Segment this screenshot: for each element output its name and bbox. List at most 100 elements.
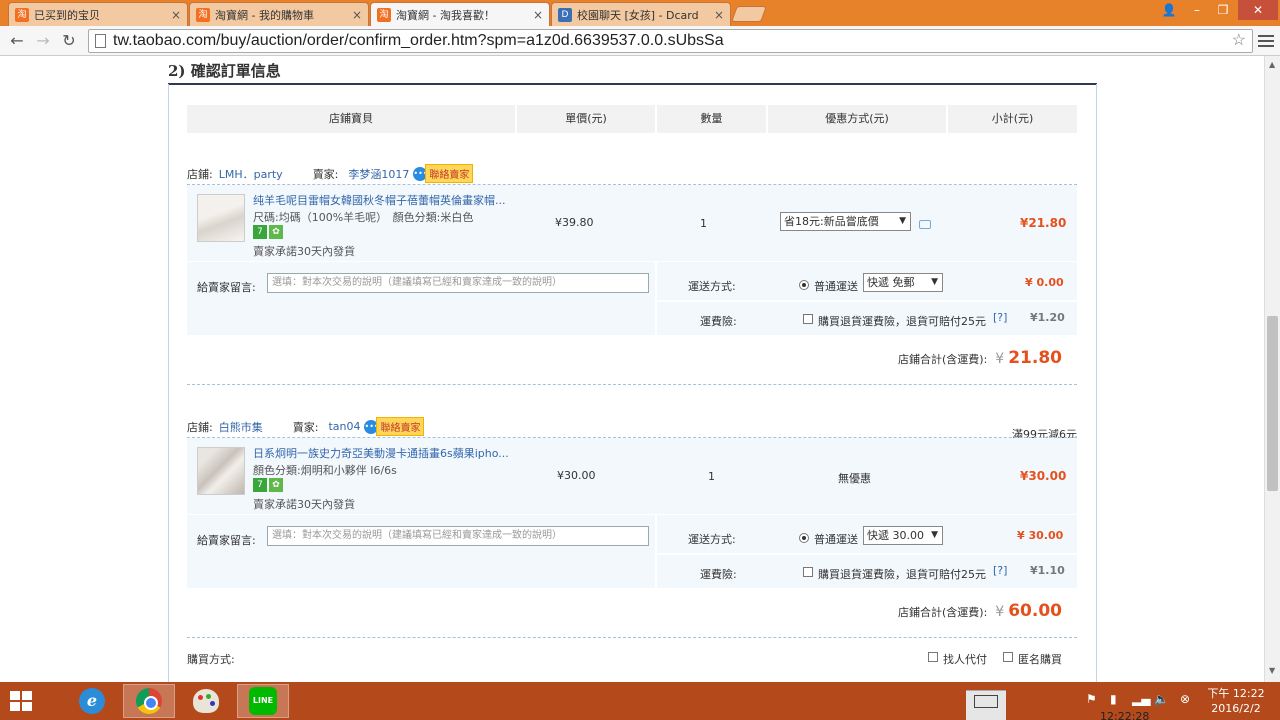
- touch-keyboard-icon[interactable]: [966, 690, 1006, 720]
- shipping-select[interactable]: 快遞 30.00 ▼: [863, 526, 943, 545]
- browser-tab-bar: 淘 已买到的宝贝 × 淘 淘寶網 - 我的購物車 × 淘 淘寶網 - 淘我喜歡！…: [0, 0, 1280, 27]
- seller-name-link[interactable]: tan04: [328, 420, 360, 433]
- address-url: tw.taobao.com/buy/auction/order/confirm_…: [113, 32, 724, 49]
- help-link[interactable]: [?]: [993, 311, 1007, 324]
- restore-icon[interactable]: ❐: [1210, 0, 1236, 20]
- line-app-icon[interactable]: LINE: [237, 684, 289, 718]
- tab-dcard[interactable]: D 校園聊天 [女孩] - Dcard ×: [551, 2, 731, 26]
- product-title-link[interactable]: 纯羊毛呢目雷帽女韓國秋冬帽子蓓蕾帽英倫畫家帽...: [253, 192, 523, 208]
- purchase-method-label: 購買方式:: [187, 653, 235, 666]
- item-subtotal: ¥21.80: [1020, 216, 1067, 230]
- bookmark-star-icon[interactable]: ☆: [1232, 30, 1246, 52]
- network-error-icon[interactable]: ⚑: [1086, 692, 1097, 706]
- shop-total: 店鋪合計(含運費): ¥ 60.00: [898, 601, 1062, 621]
- message-to-seller-input[interactable]: 選填：對本次交易的說明（建議填寫已經和賣家達成一致的說明）: [267, 273, 649, 293]
- chat-icon[interactable]: [919, 220, 931, 229]
- windows-taskbar: e LINE ⚑ ▮ ▂▄ 🔈 ⊗ 下午 12:22 2016/2/2 12:2…: [0, 682, 1280, 720]
- product-title-link[interactable]: 日系炯明一族史力奇亞美動漫卡通插畫6s蘋果ipho...: [253, 445, 523, 461]
- page-title: 2) 確認訂單信息: [168, 62, 281, 80]
- battery-icon[interactable]: ▮: [1110, 692, 1117, 706]
- shipping-fee: ¥ 30.00: [1017, 529, 1064, 542]
- anonymous-purchase-checkbox[interactable]: [1003, 652, 1013, 662]
- contact-seller-button[interactable]: ••• 聯絡賣家: [413, 164, 474, 183]
- close-icon[interactable]: ×: [171, 8, 181, 22]
- window-close-icon[interactable]: ✕: [1238, 0, 1278, 20]
- reload-icon[interactable]: ↻: [58, 30, 80, 52]
- forward-arrow-icon[interactable]: →: [32, 30, 54, 52]
- message-shipping-row: 給賣家留言: 選填：對本次交易的說明（建議填寫已經和賣家達成一致的說明） 運送方…: [187, 515, 1077, 588]
- product-thumbnail[interactable]: [197, 447, 245, 495]
- guarantee-icon: ✿: [269, 225, 283, 239]
- taobao-favicon-icon: 淘: [196, 7, 210, 22]
- close-icon[interactable]: ×: [714, 8, 724, 22]
- page-icon: [95, 34, 106, 48]
- scrollbar-thumb[interactable]: [1267, 316, 1278, 491]
- seven-day-return-icon: 7: [253, 478, 267, 492]
- service-icons: 7 ✿: [253, 225, 283, 239]
- address-bar[interactable]: tw.taobao.com/buy/auction/order/confirm_…: [88, 29, 1253, 53]
- help-link[interactable]: [?]: [993, 564, 1007, 577]
- return-insurance-checkbox[interactable]: [803, 567, 813, 577]
- column-header: 小計(元): [948, 105, 1077, 133]
- message-to-seller-input[interactable]: 選填：對本次交易的說明（建議填寫已經和賣家達成一致的說明）: [267, 526, 649, 546]
- shop-info: 店鋪: 白熊市集 賣家: tan04 ••• 聯絡賣家: [187, 417, 425, 436]
- system-clock[interactable]: 下午 12:22 2016/2/2: [1206, 686, 1266, 716]
- normal-shipping-radio[interactable]: [799, 280, 809, 290]
- shipping-promise: 賣家承諾30天內發貨: [253, 498, 355, 511]
- minimize-icon[interactable]: –: [1184, 0, 1210, 20]
- normal-shipping-radio[interactable]: [799, 533, 809, 543]
- product-spec: 尺碼:均碼（100%羊毛呢） 顏色分類:米白色: [253, 211, 474, 224]
- contact-seller-button[interactable]: ••• 聯絡賣家: [364, 417, 425, 436]
- tab-confirm-order[interactable]: 淘 淘寶網 - 淘我喜歡！ ×: [370, 2, 550, 27]
- paint-icon[interactable]: [180, 684, 232, 718]
- volume-icon[interactable]: 🔈: [1154, 692, 1169, 706]
- tab-cart[interactable]: 淘 淘寶網 - 我的購物車 ×: [189, 2, 369, 26]
- return-insurance-checkbox[interactable]: [803, 314, 813, 324]
- shipping-select[interactable]: 快遞 免郵 ▼: [863, 273, 943, 292]
- chrome-icon[interactable]: [123, 684, 175, 718]
- taobao-favicon-icon: 淘: [15, 7, 29, 22]
- dashed-divider: [187, 637, 1077, 638]
- quantity: 1: [700, 217, 707, 230]
- dropdown-arrow-icon: ▼: [931, 277, 938, 287]
- guarantee-icon: ✿: [269, 478, 283, 492]
- clock-tooltip: 12:22:28: [1100, 710, 1150, 720]
- signal-icon[interactable]: ▂▄: [1132, 692, 1150, 706]
- dashed-divider: [187, 384, 1077, 385]
- scroll-up-arrow-icon[interactable]: ▲: [1269, 60, 1275, 69]
- proxy-pay-checkbox[interactable]: [928, 652, 938, 662]
- close-icon[interactable]: ×: [352, 8, 362, 22]
- tab-purchased[interactable]: 淘 已买到的宝贝 ×: [8, 2, 188, 26]
- shop-name-link[interactable]: 白熊市集: [219, 419, 263, 435]
- shop-name-link[interactable]: LMH．party: [219, 166, 283, 182]
- product-thumbnail[interactable]: [197, 194, 245, 242]
- column-header: 單價(元): [517, 105, 655, 133]
- column-header: 優惠方式(元): [768, 105, 946, 133]
- internet-explorer-icon[interactable]: e: [66, 684, 118, 718]
- shop-info: 店鋪: LMH．party 賣家: 李梦涵1017 ••• 聯絡賣家: [187, 164, 474, 183]
- back-arrow-icon[interactable]: ←: [6, 30, 28, 52]
- new-tab-button[interactable]: [731, 6, 767, 22]
- scroll-down-arrow-icon[interactable]: ▼: [1269, 666, 1275, 675]
- taobao-favicon-icon: 淘: [377, 8, 391, 22]
- unit-price: ¥30.00: [557, 469, 596, 482]
- seven-day-return-icon: 7: [253, 225, 267, 239]
- close-circle-icon[interactable]: ⊗: [1180, 692, 1190, 706]
- table-row: 日系炯明一族史力奇亞美動漫卡通插畫6s蘋果ipho... 顏色分類:炯明和小夥伴…: [187, 438, 1077, 514]
- dropdown-arrow-icon: ▼: [899, 216, 906, 226]
- vertical-scrollbar[interactable]: ▲ ▼: [1264, 56, 1280, 682]
- seller-name-link[interactable]: 李梦涵1017: [348, 166, 409, 182]
- close-icon[interactable]: ×: [533, 8, 543, 22]
- column-header: 數量: [657, 105, 766, 133]
- shipping-promise: 賣家承諾30天內發貨: [253, 245, 355, 258]
- message-shipping-row: 給賣家留言: 選填：對本次交易的說明（建議填寫已經和賣家達成一致的說明） 運送方…: [187, 262, 1077, 335]
- browser-toolbar: ← → ↻ tw.taobao.com/buy/auction/order/co…: [0, 26, 1280, 56]
- product-spec: 顏色分類:炯明和小夥伴 I6/6s: [253, 464, 397, 477]
- discount-select[interactable]: 省18元:新品嘗底價 ▼: [780, 212, 911, 231]
- unit-price: ¥39.80: [555, 216, 594, 229]
- hamburger-menu-icon[interactable]: [1258, 32, 1274, 50]
- discount-text: 無優惠: [838, 472, 871, 485]
- windows-start-icon[interactable]: [10, 691, 32, 711]
- user-profile-icon[interactable]: 👤: [1156, 0, 1182, 20]
- shipping-fee: ¥ 0.00: [1025, 276, 1064, 289]
